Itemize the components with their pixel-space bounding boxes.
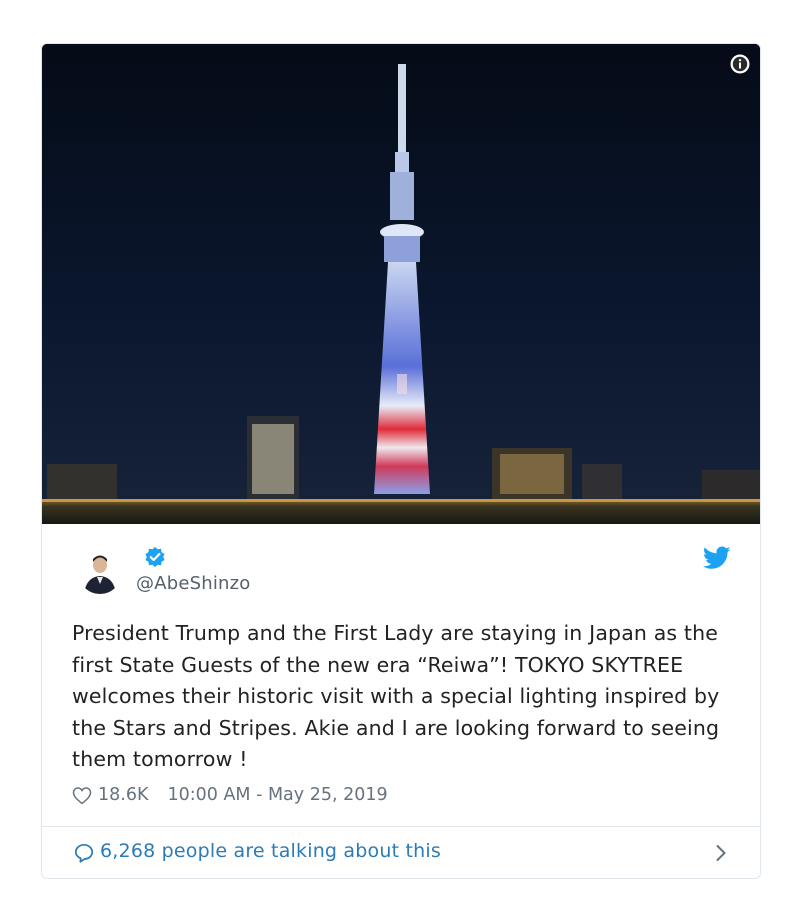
info-icon[interactable] [729,53,751,75]
skytree-night-photo [42,44,760,524]
avatar[interactable] [78,550,122,594]
heart-icon[interactable] [72,786,92,805]
conversation-link[interactable]: 6,268 people are talking about this [42,827,760,878]
tweet-photo[interactable] [42,44,760,524]
verified-badge-icon [145,547,165,567]
tweet-text: President Trump and the First Lady are s… [72,621,720,771]
chevron-right-icon [716,845,726,861]
tweet-timestamp[interactable]: 10:00 AM - May 25, 2019 [167,785,387,805]
like-count[interactable]: 18.6K [98,785,148,805]
talking-count-text: 6,268 people are talking about this [100,840,441,862]
speech-bubble-icon [74,843,94,863]
tweet-header: @AbeShinzo [42,524,760,614]
tweet-meta: 18.6K 10:00 AM - May 25, 2019 [72,781,388,809]
avatar-image [78,550,122,594]
user-handle[interactable]: @AbeShinzo [136,573,251,594]
embedded-tweet-card[interactable]: @AbeShinzo President Trump and the First… [41,43,761,879]
twitter-bird-icon[interactable] [703,546,731,570]
